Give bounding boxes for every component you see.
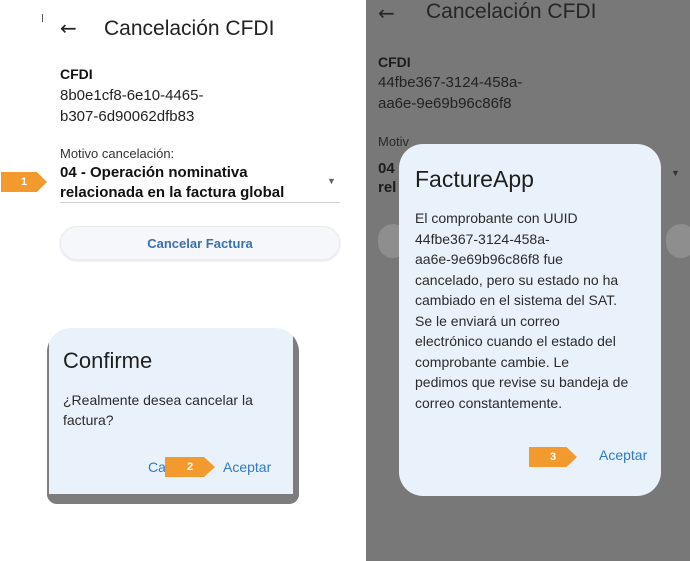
message-line: electrónico cuando el estado del: [415, 333, 616, 349]
divider-tick: [42, 14, 43, 22]
factureapp-dialog: FactureApp El comprobante con UUID 44fbe…: [399, 144, 661, 496]
message-line: 44fbe367-3124-458a-: [415, 230, 550, 247]
confirm-dialog: Confirme ¿Realmente desea cancelar la fa…: [47, 328, 299, 504]
motivo-value-line2: relacionada en la factura global: [60, 184, 285, 201]
scrim-edge: [47, 494, 299, 504]
confirm-dialog-title: Confirme: [63, 348, 153, 373]
step-marker-1: 1: [1, 172, 47, 192]
back-arrow-icon[interactable]: ←: [60, 18, 77, 38]
motivo-value-line1: 04 - Operación nominativa: [60, 164, 248, 181]
motivo-label: Motivo cancelación:: [60, 146, 175, 161]
confirm-dialog-message: ¿Realmente desea cancelar la factura?: [63, 390, 283, 430]
message-line: aa6e-9e69b96c86f8 fue: [415, 251, 563, 267]
message-line: comprobante cambie. Le: [415, 353, 570, 370]
cfdi-uuid: 8b0e1cf8-6e10-4465- b307-6d90062dfb83: [60, 85, 260, 127]
factureapp-accept-button[interactable]: Aceptar: [599, 447, 647, 463]
factureapp-dialog-message: El comprobante con UUID 44fbe367-3124-45…: [415, 208, 651, 413]
page-title: Cancelación CFDI: [104, 17, 275, 40]
confirm-accept-button[interactable]: Aceptar: [223, 459, 271, 475]
message-line: El comprobante con UUID: [415, 210, 578, 226]
cfdi-uuid-line1: 8b0e1cf8-6e10-4465-: [60, 87, 204, 104]
cfdi-uuid: 44fbe367-3124-458a- aa6e-9e69b96c86f8: [378, 72, 578, 114]
cfdi-uuid-line2: aa6e-9e69b96c86f8: [378, 95, 512, 112]
cancel-invoice-button[interactable]: Cancelar Factura: [60, 226, 340, 260]
motivo-select[interactable]: 04 - Operación nominativa relacionada en…: [60, 163, 340, 203]
cfdi-uuid-line2: b307-6d90062dfb83: [60, 108, 195, 125]
dropdown-arrow-icon[interactable]: ▼: [327, 176, 336, 186]
scrim-edge: [47, 328, 49, 504]
cfdi-label: CFDI: [60, 66, 93, 82]
cfdi-label: CFDI: [378, 54, 411, 70]
right-screen-scrim: ← Cancelación CFDI CFDI 44fbe367-3124-45…: [366, 0, 690, 561]
motivo-label: Motiv: [378, 134, 410, 149]
factureapp-dialog-title: FactureApp: [415, 166, 534, 192]
message-line: cancelado, pero su estado no ha: [415, 271, 619, 288]
dropdown-arrow-icon[interactable]: ▼: [671, 168, 680, 178]
message-line: cambiado en el sistema del SAT.: [415, 292, 618, 308]
back-arrow-icon[interactable]: ←: [378, 3, 395, 23]
message-line: pedimos que revise su bandeja de: [415, 374, 629, 390]
confirm-message-line2: factura?: [63, 412, 114, 428]
confirm-message-line1: ¿Realmente desea cancelar la: [63, 392, 253, 408]
scrim-edge: [293, 328, 299, 504]
motivo-select-value: 04 - Operación nominativa relacionada en…: [60, 163, 310, 202]
message-line: Se le enviará un correo: [415, 312, 560, 329]
cfdi-uuid-line1: 44fbe367-3124-458a-: [378, 74, 523, 91]
page-title: Cancelación CFDI: [426, 0, 597, 23]
cancel-invoice-button-edge: [666, 224, 690, 258]
confirm-cancel-button[interactable]: Ca: [148, 459, 166, 475]
message-line: correo constantemente.: [415, 394, 563, 411]
